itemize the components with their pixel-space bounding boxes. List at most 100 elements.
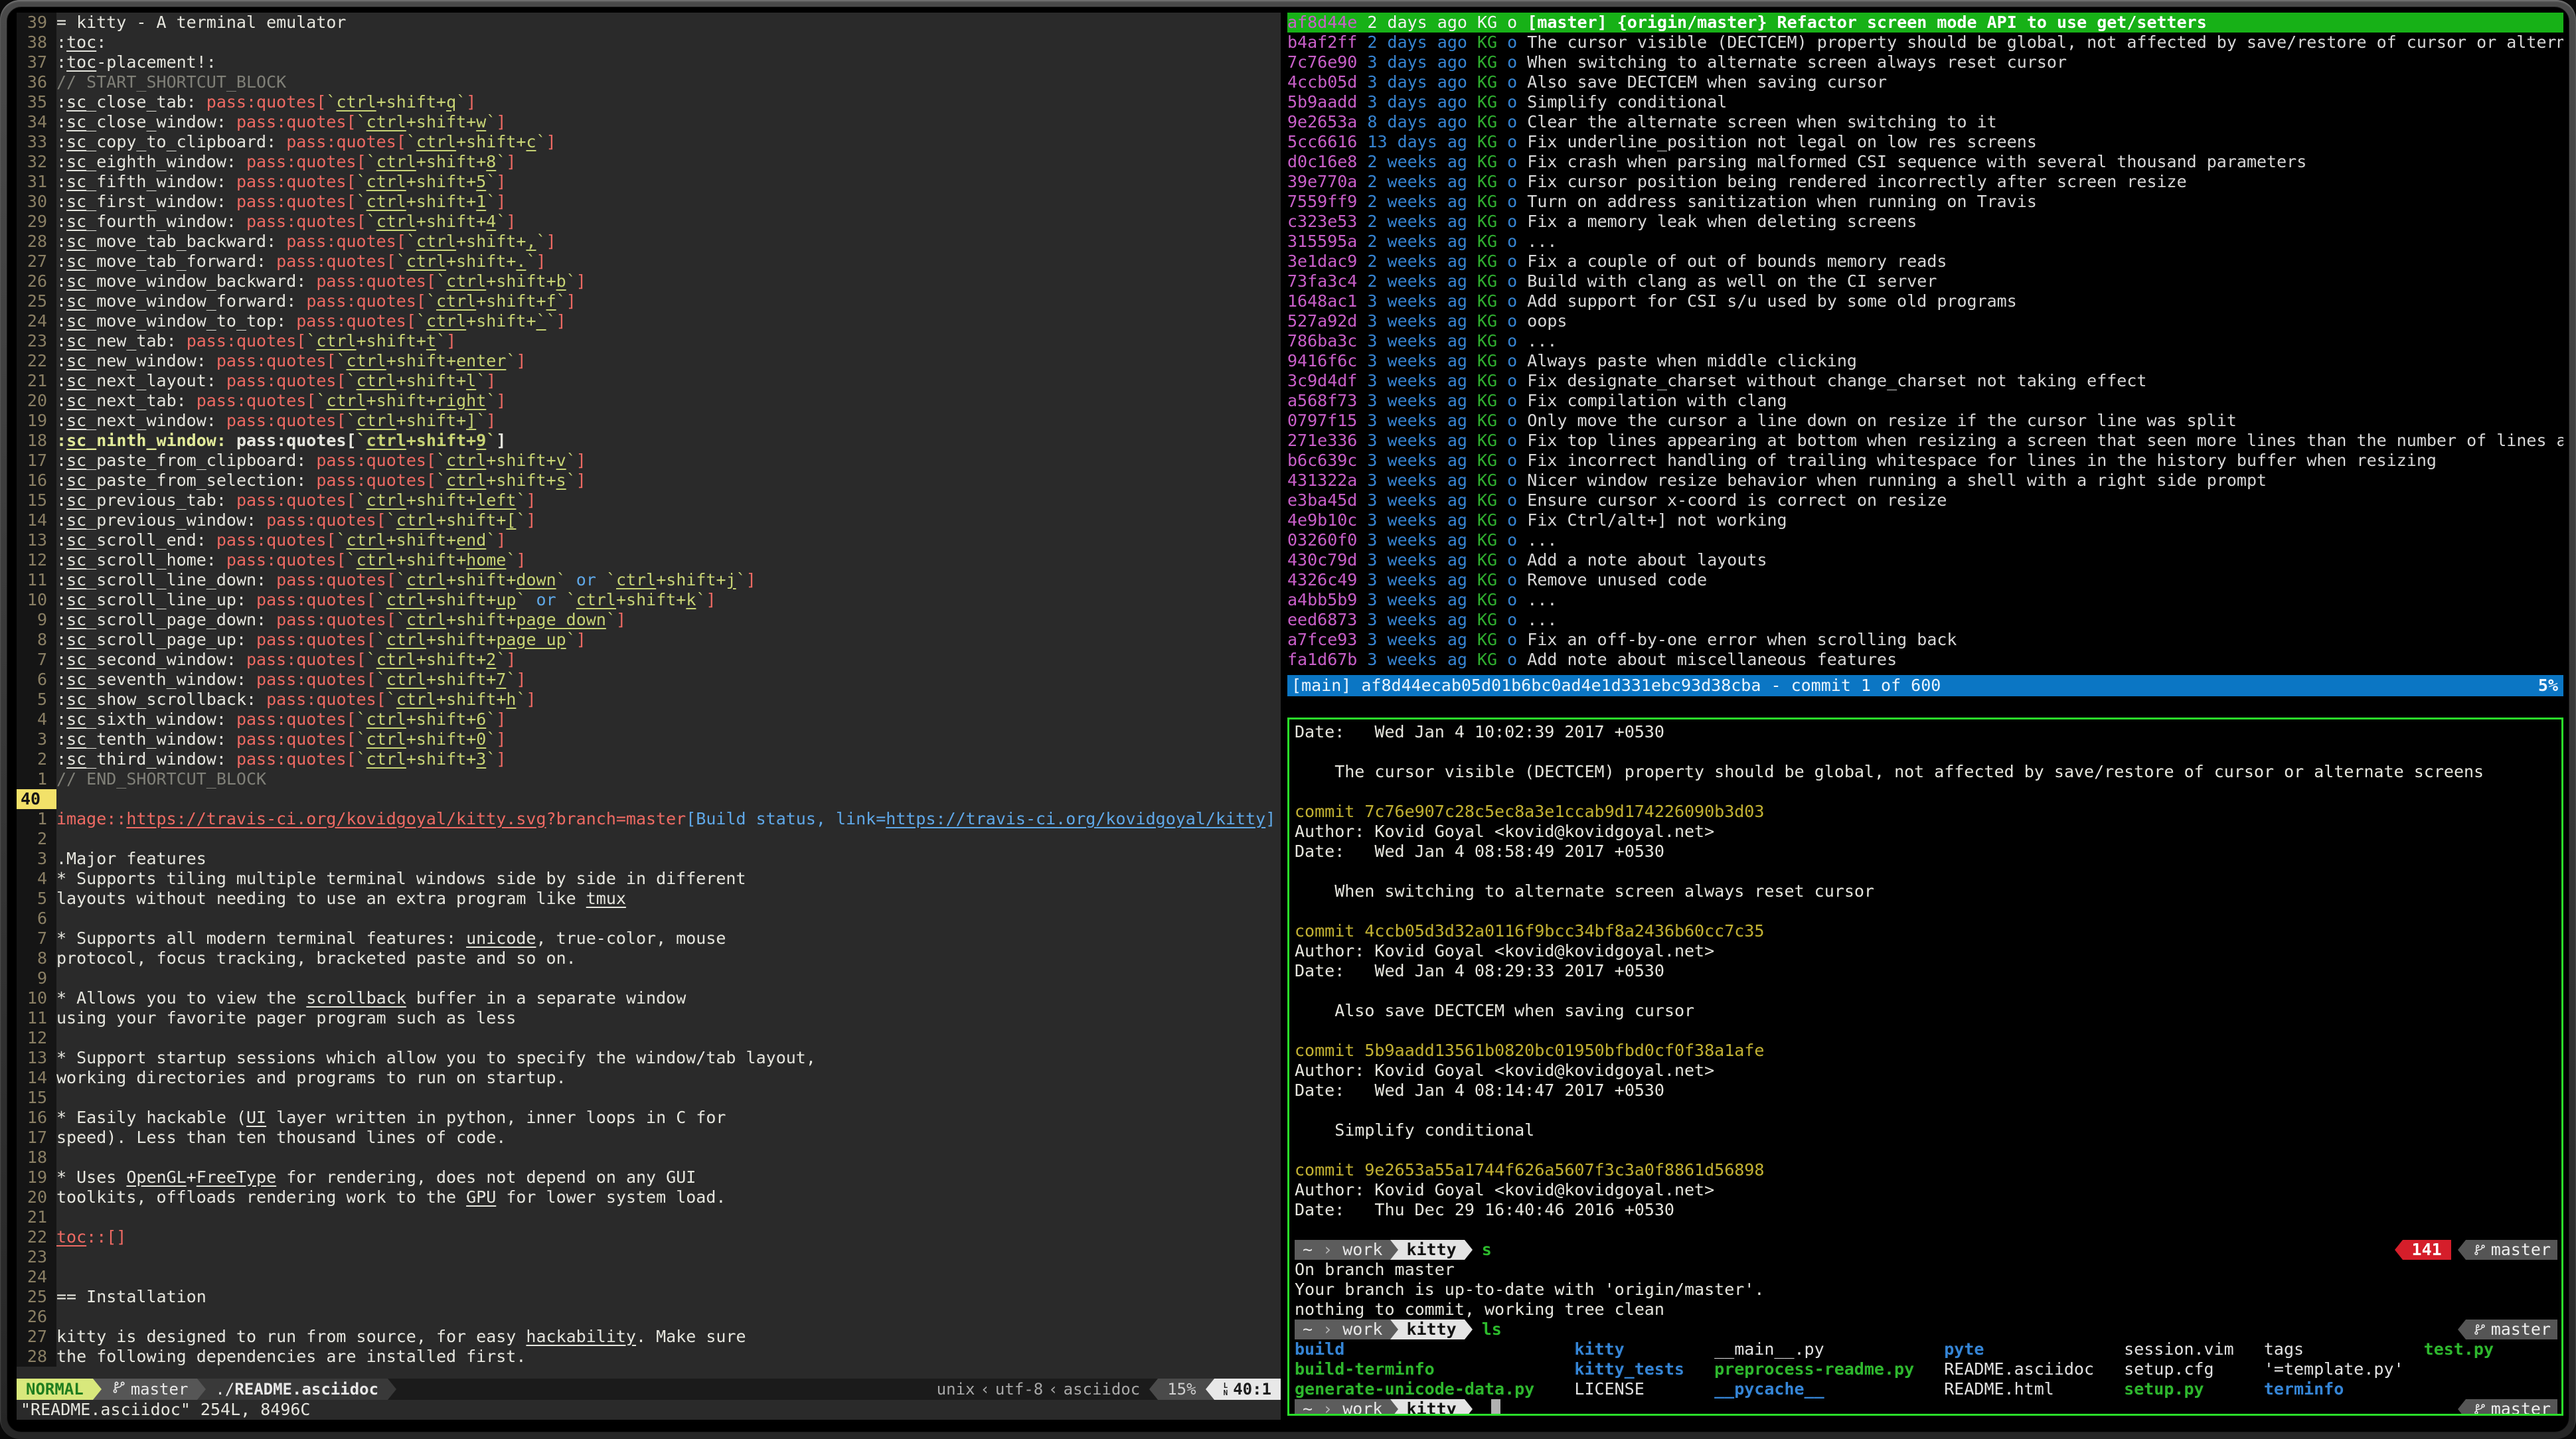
commit-row[interactable]: 5cc6616 13 days ag KG o Fix underline_po… [1287,132,2563,152]
commit-row[interactable]: 431322a 3 weeks ag KG o Nicer window res… [1287,471,2563,491]
commit-row[interactable]: 4326c49 3 weeks ag KG o Remove unused co… [1287,570,2563,590]
commit-row[interactable]: b6c639c 3 weeks ag KG o Fix incorrect ha… [1287,451,2563,471]
commit-row[interactable]: 7559ff9 2 weeks ag KG o Turn on address … [1287,192,2563,212]
commit-row[interactable]: 0797f15 3 weeks ag KG o Only move the cu… [1287,411,2563,431]
commit-row[interactable]: 73fa3c4 2 weeks ag KG o Build with clang… [1287,271,2563,291]
commit-row[interactable]: c323e53 2 weeks ag KG o Fix a memory lea… [1287,212,2563,232]
commit-row[interactable]: 1648ac1 3 weeks ag KG o Add support for … [1287,291,2563,311]
buffer-line[interactable]: 15 [17,1088,1281,1108]
buffer-line[interactable]: 38:toc: [17,33,1281,52]
tig-pane[interactable]: af8d44e 2 days ago KG o [master] {origin… [1287,13,2563,696]
buffer-line[interactable]: 13:sc_scroll_end: pass:quotes[`ctrl+shif… [17,530,1281,550]
buffer-line[interactable]: 21:sc_next_layout: pass:quotes[`ctrl+shi… [17,371,1281,391]
buffer-line[interactable]: 29:sc_fourth_window: pass:quotes[`ctrl+s… [17,212,1281,232]
buffer-line[interactable]: 9:sc_scroll_page_down: pass:quotes[`ctrl… [17,610,1281,630]
buffer-line[interactable]: 19:sc_next_window: pass:quotes[`ctrl+shi… [17,411,1281,431]
commit-row[interactable]: 9416f6c 3 weeks ag KG o Always paste whe… [1287,351,2563,371]
buffer-line[interactable]: 27:sc_move_tab_forward: pass:quotes[`ctr… [17,252,1281,271]
buffer-line[interactable]: 9 [17,968,1281,988]
buffer-line[interactable]: 12 [17,1028,1281,1048]
commit-row[interactable]: 430c79d 3 weeks ag KG o Add a note about… [1287,550,2563,570]
buffer-line[interactable]: 3.Major features [17,849,1281,869]
buffer-line[interactable]: 14working directories and programs to ru… [17,1068,1281,1088]
buffer-line[interactable]: 6:sc_seventh_window: pass:quotes[`ctrl+s… [17,670,1281,690]
commit-row[interactable]: 03260f0 3 weeks ag KG o ... [1287,530,2563,550]
commit-row[interactable]: 4e9b10c 3 weeks ag KG o Fix Ctrl/alt+] n… [1287,510,2563,530]
commit-row[interactable]: a568f73 3 weeks ag KG o Fix compilation … [1287,391,2563,411]
command-input[interactable]: s [1473,1240,1492,1260]
prompt-line[interactable]: ~ › workkittymaster [1295,1399,2561,1416]
buffer-line[interactable]: 5layouts without needing to use an extra… [17,889,1281,909]
buffer-line[interactable]: 2:sc_third_window: pass:quotes[`ctrl+shi… [17,749,1281,769]
buffer-line[interactable]: 1image::https://travis-ci.org/kovidgoyal… [17,809,1281,829]
buffer-line[interactable]: 15:sc_previous_tab: pass:quotes[`ctrl+sh… [17,491,1281,510]
buffer-line[interactable]: 34:sc_close_window: pass:quotes[`ctrl+sh… [17,112,1281,132]
buffer-line[interactable]: 39= kitty - A terminal emulator [17,13,1281,33]
shell-pane[interactable]: Date: Wed Jan 4 10:02:39 2017 +0530 The … [1287,718,2563,1416]
commit-row[interactable]: 9e2653a 8 days ago KG o Clear the altern… [1287,112,2563,132]
commit-row[interactable]: 786ba3c 3 weeks ag KG o ... [1287,331,2563,351]
buffer-line[interactable]: 2 [17,829,1281,849]
buffer-line[interactable]: 33:sc_copy_to_clipboard: pass:quotes[`ct… [17,132,1281,152]
buffer-line[interactable]: 20toolkits, offloads rendering work to t… [17,1187,1281,1207]
buffer-line[interactable]: 24 [17,1267,1281,1287]
buffer-line[interactable]: 16:sc_paste_from_selection: pass:quotes[… [17,471,1281,491]
buffer-line[interactable]: 35:sc_close_tab: pass:quotes[`ctrl+shift… [17,92,1281,112]
buffer-line[interactable]: 4:sc_sixth_window: pass:quotes[`ctrl+shi… [17,710,1281,729]
commit-row[interactable]: 4ccb05d 3 days ago KG o Also save DECTCE… [1287,72,2563,92]
buffer-line[interactable]: 11:sc_scroll_line_down: pass:quotes[`ctr… [17,570,1281,590]
buffer-line[interactable]: 26:sc_move_window_backward: pass:quotes[… [17,271,1281,291]
commit-row[interactable]: 5b9aadd 3 days ago KG o Simplify conditi… [1287,92,2563,112]
commit-row[interactable]: a4bb5b9 3 weeks ag KG o ... [1287,590,2563,610]
buffer-line[interactable]: 18:sc_ninth_window: pass:quotes[`ctrl+sh… [17,431,1281,451]
buffer-line[interactable]: 28:sc_move_tab_backward: pass:quotes[`ct… [17,232,1281,252]
buffer-line[interactable]: 22toc::[] [17,1227,1281,1247]
buffer-line[interactable]: 31:sc_fifth_window: pass:quotes[`ctrl+sh… [17,172,1281,192]
buffer-line[interactable]: 1// END_SHORTCUT_BLOCK [17,769,1281,789]
commit-row[interactable]: 3e1dac9 2 weeks ag KG o Fix a couple of … [1287,252,2563,271]
buffer-line[interactable]: 11using your favorite pager program such… [17,1008,1281,1028]
buffer-line[interactable]: 13* Support startup sessions which allow… [17,1048,1281,1068]
buffer-line[interactable]: 23:sc_new_tab: pass:quotes[`ctrl+shift+t… [17,331,1281,351]
buffer-line[interactable]: 10:sc_scroll_line_up: pass:quotes[`ctrl+… [17,590,1281,610]
buffer-line[interactable]: 37:toc-placement!: [17,52,1281,72]
commit-row[interactable]: 315595a 2 weeks ag KG o ... [1287,232,2563,252]
buffer-line[interactable]: 21 [17,1207,1281,1227]
buffer-line[interactable]: 5:sc_show_scrollback: pass:quotes[`ctrl+… [17,690,1281,710]
buffer-line[interactable]: 4* Supports tiling multiple terminal win… [17,869,1281,889]
commit-row[interactable]: d0c16e8 2 weeks ag KG o Fix crash when p… [1287,152,2563,172]
buffer-line[interactable]: 24:sc_move_window_to_top: pass:quotes[`c… [17,311,1281,331]
buffer-line[interactable]: 10* Allows you to view the scrollback bu… [17,988,1281,1008]
buffer-line[interactable]: 17speed). Less than ten thousand lines o… [17,1128,1281,1148]
vim-pane[interactable]: 39= kitty - A terminal emulator38:toc:37… [17,13,1281,1420]
commit-row[interactable]: b4af2ff 2 days ago KG o The cursor visib… [1287,33,2563,52]
commit-row[interactable]: 527a92d 3 weeks ag KG o oops [1287,311,2563,331]
buffer-line[interactable]: 32:sc_eighth_window: pass:quotes[`ctrl+s… [17,152,1281,172]
commit-row[interactable]: af8d44e 2 days ago KG o [master] {origin… [1287,13,2563,33]
commit-row[interactable]: eed6873 3 weeks ag KG o ... [1287,610,2563,630]
buffer-line[interactable]: 22:sc_new_window: pass:quotes[`ctrl+shif… [17,351,1281,371]
buffer-line[interactable]: 7:sc_second_window: pass:quotes[`ctrl+sh… [17,650,1281,670]
commit-row[interactable]: a7fce93 3 weeks ag KG o Fix an off-by-on… [1287,630,2563,650]
buffer-line[interactable]: 26 [17,1307,1281,1327]
buffer-line[interactable]: 18 [17,1148,1281,1168]
buffer-line[interactable]: 30:sc_first_window: pass:quotes[`ctrl+sh… [17,192,1281,212]
command-input[interactable] [1473,1399,1482,1416]
commit-row[interactable]: 39e770a 2 weeks ag KG o Fix cursor posit… [1287,172,2563,192]
buffer-line[interactable]: 23 [17,1247,1281,1267]
buffer-line[interactable]: 25== Installation [17,1287,1281,1307]
commit-row[interactable]: 3c9d4df 3 weeks ag KG o Fix designate_ch… [1287,371,2563,391]
buffer-line[interactable]: 36// START_SHORTCUT_BLOCK [17,72,1281,92]
buffer-line[interactable]: 7* Supports all modern terminal features… [17,929,1281,948]
buffer-line[interactable]: 8protocol, focus tracking, bracketed pas… [17,948,1281,968]
buffer-line[interactable]: 14:sc_previous_window: pass:quotes[`ctrl… [17,510,1281,530]
buffer-line[interactable]: 17:sc_paste_from_clipboard: pass:quotes[… [17,451,1281,471]
buffer-line[interactable]: 28the following dependencies are install… [17,1347,1281,1367]
command-input[interactable]: ls [1473,1320,1502,1339]
commit-row[interactable]: fa1d67b 3 weeks ag KG o Add note about m… [1287,650,2563,670]
buffer-line[interactable]: 6 [17,909,1281,929]
buffer-line[interactable]: 27kitty is designed to run from source, … [17,1327,1281,1347]
prompt-line[interactable]: ~ › workkittylsmaster [1295,1320,2561,1339]
prompt-line[interactable]: ~ › workkittys141master [1295,1240,2561,1260]
buffer-line[interactable]: 19* Uses OpenGL+FreeType for rendering, … [17,1168,1281,1187]
